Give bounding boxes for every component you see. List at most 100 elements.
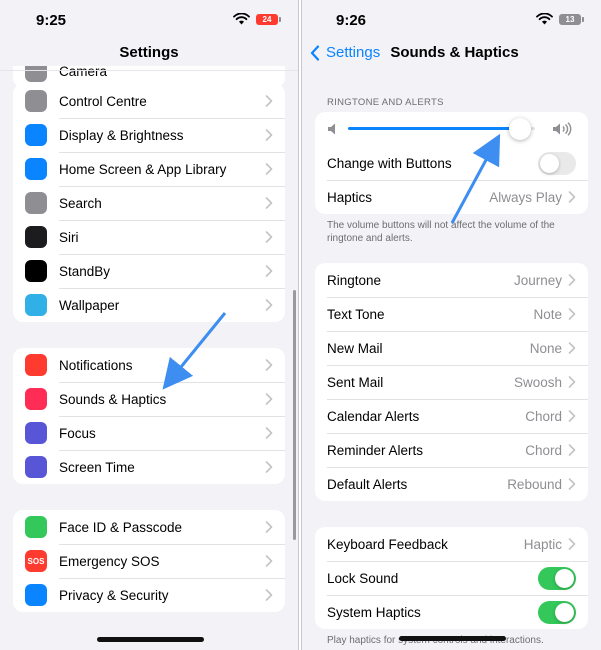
battery-icon: 24 [256,13,281,25]
settings-item-sounds[interactable]: Sounds & Haptics [13,382,285,416]
sound-row-default-alerts[interactable]: Default Alerts Rebound [315,467,588,501]
chevron-right-icon [265,359,273,371]
volume-slider-thumb[interactable] [509,118,532,140]
chevron-right-icon [265,589,273,601]
lock-sound-toggle[interactable] [538,566,576,590]
page-title: Sounds & Haptics [390,44,519,61]
status-bar: 9:25 24 [0,0,298,40]
settings-item-label: Display & Brightness [59,127,184,143]
settings-item-home-screen[interactable]: Home Screen & App Library [13,152,285,186]
settings-item-label: Siri [59,229,79,245]
chevron-right-icon [265,427,273,439]
keyboard-feedback-label: Keyboard Feedback [327,536,448,552]
sound-label: Calendar Alerts [327,408,420,424]
home-screen-icon [25,158,47,180]
settings-item-sos[interactable]: SOS Emergency SOS [13,544,285,578]
sounds-haptics-screen: 9:26 13 Settings Sounds & Haptics RINGTO… [301,0,601,650]
notifications-icon [25,354,47,376]
sound-label: Ringtone [327,272,382,288]
chevron-right-icon [568,342,576,354]
battery-icon: 13 [559,13,584,25]
change-with-buttons-row: Change with Buttons [315,146,588,180]
chevron-right-icon [265,197,273,209]
chevron-right-icon [568,274,576,286]
settings-item-label: Notifications [59,357,133,373]
sound-row-reminder-alerts[interactable]: Reminder Alerts Chord [315,433,588,467]
chevron-right-icon [568,308,576,320]
home-indicator[interactable] [97,637,204,642]
settings-item-label: Privacy & Security [59,587,169,603]
status-icons: 24 [233,13,281,25]
settings-item-label: Emergency SOS [59,553,160,569]
chevron-right-icon [265,95,273,107]
settings-item-focus[interactable]: Focus [13,416,285,450]
wallpaper-icon [25,294,47,316]
focus-icon [25,422,47,444]
change-with-buttons-toggle[interactable] [538,151,576,175]
sound-row-text-tone[interactable]: Text Tone Note [315,297,588,331]
settings-item-label: Search [59,195,102,211]
sound-label: Text Tone [327,306,385,322]
page-title: Settings [119,44,179,61]
ringtone-alerts-group: Change with Buttons Haptics Always Play [315,112,588,214]
settings-group-alerts: Notifications Sounds & Haptics Focus Screen… [13,348,285,484]
wifi-icon [233,13,250,25]
chevron-right-icon [568,376,576,388]
settings-item-face-id[interactable]: Face ID & Passcode [13,510,285,544]
settings-item-standby[interactable]: StandBy [13,254,285,288]
sound-row-calendar-alerts[interactable]: Calendar Alerts Chord [315,399,588,433]
sound-label: New Mail [327,340,383,356]
volume-slider[interactable] [348,118,535,140]
chevron-right-icon [568,191,576,203]
chevron-right-icon [265,299,273,311]
system-haptics-toggle[interactable] [538,600,576,624]
sound-value: Swoosh [513,374,562,390]
section-header-ringtone: RINGTONE AND ALERTS [327,97,444,108]
volume-slider-fill [348,127,521,130]
settings-item-notifications[interactable]: Notifications [13,348,285,382]
sound-label: Sent Mail [327,374,384,390]
settings-item-display-brightness[interactable]: Display & Brightness [13,118,285,152]
scrollbar[interactable] [293,290,296,540]
status-bar: 9:26 13 [302,0,601,40]
chevron-right-icon [265,231,273,243]
settings-group-security: Face ID & Passcode SOS Emergency SOS Privac… [13,510,285,612]
search-icon [25,192,47,214]
display-brightness-icon [25,124,47,146]
sos-icon: SOS [25,550,47,572]
status-time: 9:25 [36,12,67,29]
settings-item-search[interactable]: Search [13,186,285,220]
settings-item-label: Wallpaper [59,297,120,313]
settings-item-label: Control Centre [59,93,147,109]
keyboard-feedback-value: Haptic [523,536,562,552]
settings-item-control-centre[interactable]: Control Centre [13,84,285,118]
sound-row-sent-mail[interactable]: Sent Mail Swoosh [315,365,588,399]
sound-row-ringtone[interactable]: Ringtone Journey [315,263,588,297]
settings-item-label: Home Screen & App Library [59,161,227,177]
chevron-right-icon [265,129,273,141]
lock-sound-row: Lock Sound [315,561,588,595]
home-indicator[interactable] [399,636,506,641]
settings-screen: 9:25 24 Settings Camera Control Centre Di… [0,0,299,650]
settings-item-label: Face ID & Passcode [59,519,183,535]
haptics-row[interactable]: Haptics Always Play [315,180,588,214]
standby-icon [25,260,47,282]
sound-value: Chord [525,442,562,458]
chevron-right-icon [265,521,273,533]
wifi-icon [536,13,553,25]
settings-item-label: Camera [59,63,108,79]
chevron-right-icon [568,444,576,456]
haptics-label: Haptics [327,189,373,205]
keyboard-feedback-row[interactable]: Keyboard Feedback Haptic [315,527,588,561]
speaker-high-icon [553,122,572,136]
settings-item-siri[interactable]: Siri [13,220,285,254]
sound-value: Note [533,306,562,322]
settings-item-privacy-hand[interactable]: Privacy & Security [13,578,285,612]
sounds-icon [25,388,47,410]
sound-row-new-mail[interactable]: New Mail None [315,331,588,365]
settings-group-general: Control Centre Display & Brightness Home S… [13,84,285,322]
volume-slider-row [315,112,588,146]
settings-item-label: Screen Time [59,459,135,475]
settings-item-wallpaper[interactable]: Wallpaper [13,288,285,322]
settings-item-screen-time[interactable]: Screen Time [13,450,285,484]
